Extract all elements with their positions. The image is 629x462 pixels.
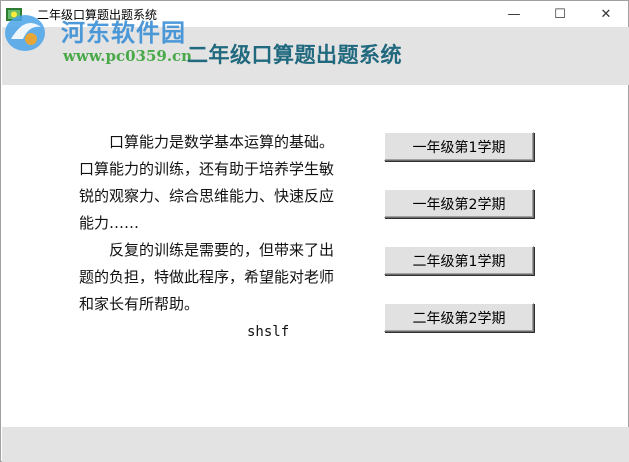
grade2-term2-button[interactable]: 二年级第2学期 — [384, 303, 534, 332]
page-title: 二年级口算题出题系统 — [187, 42, 402, 67]
app-window: 二年级口算题出题系统 — ☐ ✕ 河东软件园 www.pc0359.cn 二年级… — [0, 0, 629, 462]
grade2-term1-button[interactable]: 二年级第1学期 — [384, 246, 534, 275]
close-icon: ✕ — [600, 6, 612, 22]
footer-band — [2, 427, 629, 462]
grade1-term2-button[interactable]: 一年级第2学期 — [384, 189, 534, 218]
intro-paragraph-2: 反复的训练是需要的，但带来了出题的负担，特做此程序，希望能对老师和家长有所帮助。 — [79, 241, 335, 313]
minimize-icon: — — [507, 6, 521, 22]
intro-text: 口算能力是数学基本运算的基础。口算能力的训练，还有助于培养学生敏锐的观察力、综合… — [79, 129, 341, 318]
watermark-url: www.pc0359.cn — [63, 47, 193, 65]
grade1-term1-button[interactable]: 一年级第1学期 — [384, 132, 534, 161]
close-button[interactable]: ✕ — [583, 1, 629, 27]
watermark-name: 河东软件园 — [61, 19, 186, 47]
minimize-button[interactable]: — — [491, 1, 537, 27]
maximize-button[interactable]: ☐ — [537, 1, 583, 27]
intro-paragraph-1: 口算能力是数学基本运算的基础。口算能力的训练，还有助于培养学生敏锐的观察力、综合… — [79, 133, 335, 232]
watermark-logo-icon — [5, 15, 45, 51]
author-signature: shslf — [247, 324, 290, 340]
maximize-icon: ☐ — [554, 6, 566, 22]
